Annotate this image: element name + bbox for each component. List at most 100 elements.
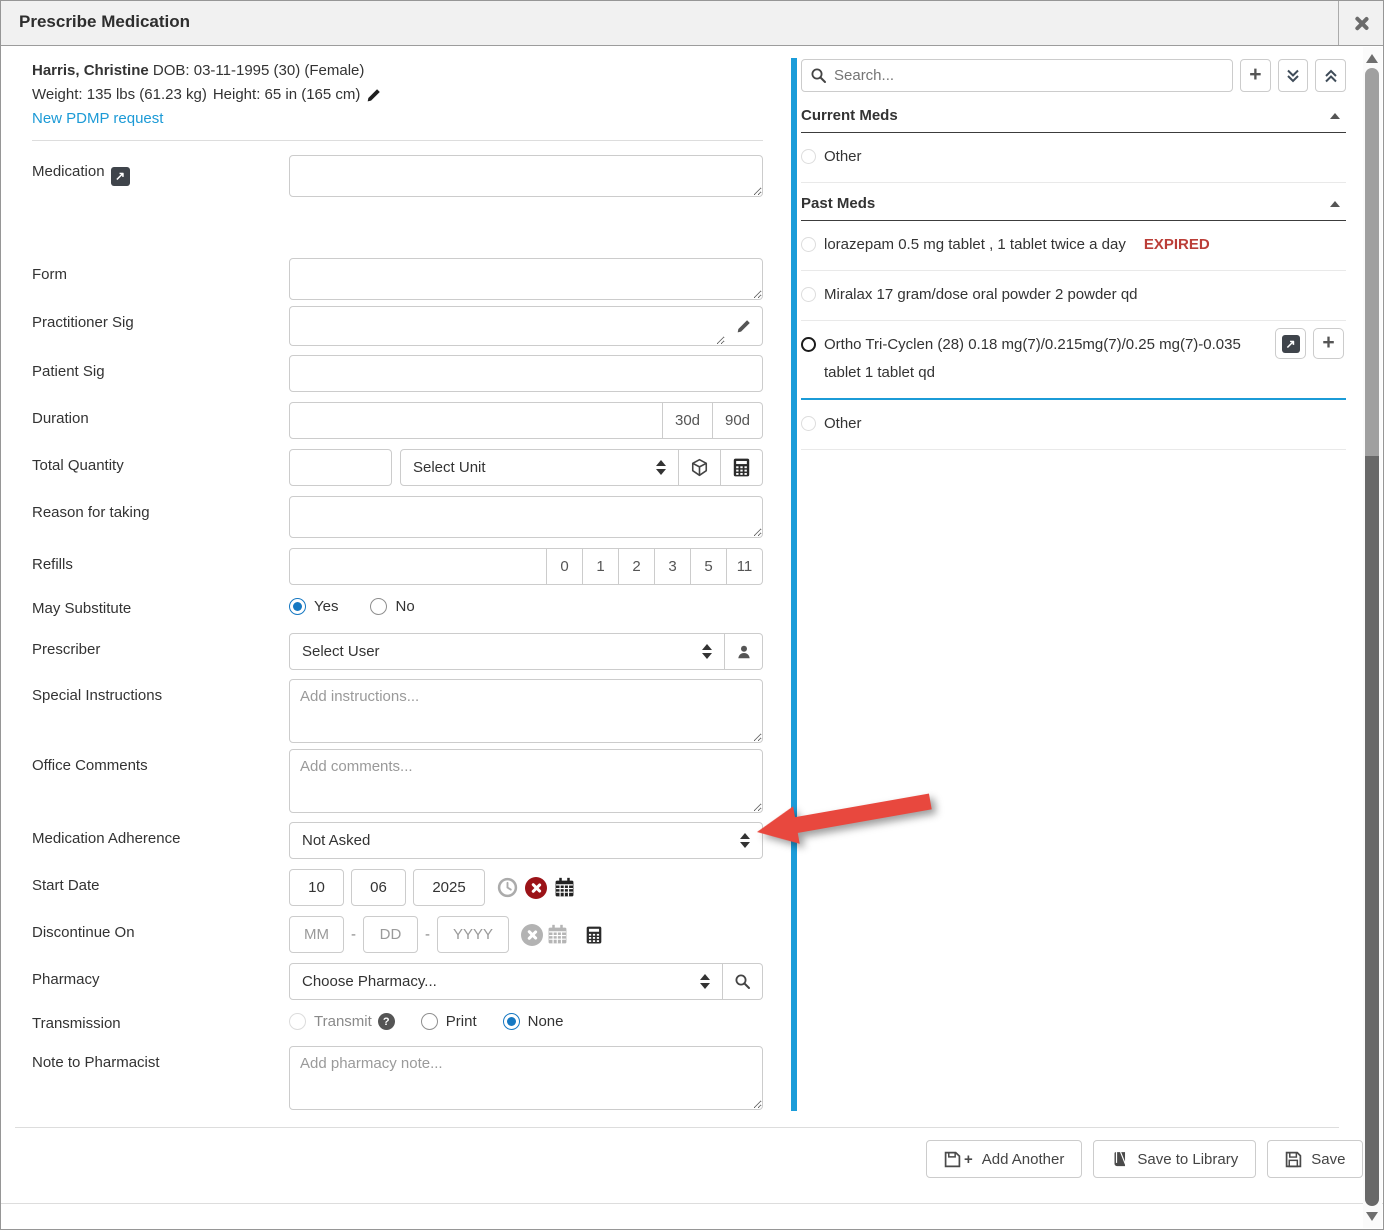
new-pdmp-request-link[interactable]: New PDMP request bbox=[32, 107, 163, 131]
start-date-month-input[interactable] bbox=[289, 869, 344, 906]
close-button[interactable] bbox=[1338, 1, 1383, 45]
prescriber-select-value: Select User bbox=[302, 643, 702, 660]
transmit-radio[interactable] bbox=[289, 1013, 306, 1030]
add-med-button[interactable]: + bbox=[1240, 59, 1271, 92]
meds-search-input[interactable] bbox=[801, 59, 1233, 92]
expand-all-button[interactable] bbox=[1278, 59, 1309, 92]
medication-external-link-icon[interactable]: ↗ bbox=[111, 167, 130, 186]
med-radio[interactable] bbox=[801, 287, 816, 302]
past-med-item-miralax[interactable]: Miralax 17 gram/dose oral powder 2 powde… bbox=[801, 271, 1346, 321]
office-comments-input[interactable] bbox=[289, 749, 763, 813]
expired-badge: EXPIRED bbox=[1144, 236, 1210, 253]
collapse-all-button[interactable] bbox=[1315, 59, 1346, 92]
pharmacy-select[interactable]: Choose Pharmacy... bbox=[289, 963, 723, 1000]
double-chevron-down-icon bbox=[1285, 68, 1301, 84]
duration-30d-button[interactable]: 30d bbox=[663, 402, 713, 439]
med-add-button[interactable]: + bbox=[1313, 328, 1344, 359]
none-radio[interactable] bbox=[503, 1013, 520, 1030]
duration-input[interactable] bbox=[300, 404, 652, 437]
package-cube-icon bbox=[690, 458, 709, 477]
practitioner-sig-edit-button[interactable] bbox=[725, 306, 763, 346]
duration-calculator-icon[interactable] bbox=[586, 926, 602, 944]
transmit-help-icon[interactable]: ? bbox=[378, 1013, 395, 1030]
scroll-up-arrow[interactable] bbox=[1366, 54, 1378, 63]
refills-11-button[interactable]: 11 bbox=[727, 548, 763, 585]
clear-discontinue-date-button[interactable] bbox=[521, 924, 543, 946]
med-item-text: Other bbox=[824, 143, 862, 171]
modal-header: Prescribe Medication bbox=[1, 1, 1383, 46]
transmit-label[interactable]: Transmit bbox=[314, 1013, 372, 1030]
med-detail-button[interactable]: ↗ bbox=[1275, 328, 1306, 359]
med-radio-selected[interactable] bbox=[801, 337, 816, 352]
note-to-pharmacist-label: Note to Pharmacist bbox=[32, 1046, 289, 1071]
package-lookup-button[interactable] bbox=[679, 449, 721, 486]
book-icon bbox=[1111, 1151, 1128, 1168]
past-meds-other-item[interactable]: Other bbox=[801, 400, 1346, 450]
refills-3-button[interactable]: 3 bbox=[655, 548, 691, 585]
modal-title: Prescribe Medication bbox=[19, 12, 190, 32]
print-radio[interactable] bbox=[421, 1013, 438, 1030]
pharmacy-label: Pharmacy bbox=[32, 963, 289, 988]
calendar-icon[interactable] bbox=[554, 877, 575, 898]
discontinue-month-input[interactable] bbox=[289, 916, 344, 953]
start-date-year-input[interactable] bbox=[413, 869, 485, 906]
special-instructions-input[interactable] bbox=[289, 679, 763, 743]
clear-start-date-button[interactable] bbox=[525, 877, 547, 899]
current-meds-header[interactable]: Current Meds bbox=[801, 101, 1346, 133]
unit-select[interactable]: Select Unit bbox=[400, 449, 679, 486]
scroll-down-arrow[interactable] bbox=[1366, 1212, 1378, 1221]
medication-input[interactable] bbox=[289, 155, 763, 197]
search-icon bbox=[810, 67, 827, 84]
med-radio[interactable] bbox=[801, 416, 816, 431]
scrollbar-thumb[interactable] bbox=[1365, 68, 1379, 1206]
practitioner-sig-input[interactable] bbox=[290, 307, 725, 345]
start-date-day-input[interactable] bbox=[351, 869, 406, 906]
quantity-calculator-button[interactable] bbox=[721, 449, 763, 486]
pharmacy-search-button[interactable] bbox=[723, 963, 763, 1000]
refills-5-button[interactable]: 5 bbox=[691, 548, 727, 585]
edit-vitals-pencil-icon[interactable] bbox=[366, 88, 381, 103]
medication-label: Medication↗ bbox=[32, 155, 289, 186]
discontinue-day-input[interactable] bbox=[363, 916, 418, 953]
add-another-button[interactable]: + Add Another bbox=[926, 1140, 1082, 1178]
discontinue-year-input[interactable] bbox=[437, 916, 509, 953]
current-meds-other-item[interactable]: Other bbox=[801, 133, 1346, 183]
past-med-item-ortho-selected[interactable]: Ortho Tri-Cyclen (28) 0.18 mg(7)/0.215mg… bbox=[801, 321, 1346, 400]
medication-adherence-select[interactable]: Not Asked bbox=[289, 822, 763, 859]
prescriber-select[interactable]: Select User bbox=[289, 633, 725, 670]
substitute-no-radio[interactable] bbox=[370, 598, 387, 615]
past-meds-header[interactable]: Past Meds bbox=[801, 189, 1346, 221]
transmission-label: Transmission bbox=[32, 1013, 289, 1032]
prescription-form: Harris, Christine DOB: 03-11-1995 (30) (… bbox=[32, 59, 763, 1120]
med-radio[interactable] bbox=[801, 237, 816, 252]
save-button[interactable]: Save bbox=[1267, 1140, 1363, 1178]
substitute-yes-radio[interactable] bbox=[289, 598, 306, 615]
refills-2-button[interactable]: 2 bbox=[619, 548, 655, 585]
substitute-yes-label[interactable]: Yes bbox=[314, 598, 338, 615]
save-to-library-button[interactable]: Save to Library bbox=[1093, 1140, 1256, 1178]
clock-icon[interactable] bbox=[497, 877, 518, 898]
substitute-no-label[interactable]: No bbox=[395, 598, 414, 615]
print-label[interactable]: Print bbox=[446, 1013, 477, 1030]
past-med-item-lorazepam[interactable]: lorazepam 0.5 mg tablet , 1 tablet twice… bbox=[801, 221, 1346, 271]
prescriber-user-button[interactable] bbox=[725, 633, 763, 670]
calendar-disabled-icon[interactable] bbox=[547, 924, 568, 945]
may-substitute-label: May Substitute bbox=[32, 598, 289, 617]
refills-1-button[interactable]: 1 bbox=[583, 548, 619, 585]
x-icon bbox=[527, 930, 537, 940]
med-radio[interactable] bbox=[801, 149, 816, 164]
scrollbar[interactable] bbox=[1363, 47, 1382, 1228]
sort-arrows-icon bbox=[700, 974, 710, 989]
none-label[interactable]: None bbox=[528, 1013, 564, 1030]
patient-sig-input[interactable] bbox=[289, 355, 763, 392]
refills-input[interactable] bbox=[300, 550, 536, 583]
pharmacy-note-input[interactable] bbox=[289, 1046, 763, 1110]
duration-90d-button[interactable]: 90d bbox=[713, 402, 763, 439]
form-input[interactable] bbox=[289, 258, 763, 300]
reason-for-taking-input[interactable] bbox=[289, 496, 763, 538]
panel-divider bbox=[791, 58, 797, 1111]
total-quantity-input[interactable] bbox=[289, 449, 392, 486]
x-icon bbox=[531, 883, 541, 893]
unit-select-value: Select Unit bbox=[413, 459, 656, 476]
refills-0-button[interactable]: 0 bbox=[547, 548, 583, 585]
